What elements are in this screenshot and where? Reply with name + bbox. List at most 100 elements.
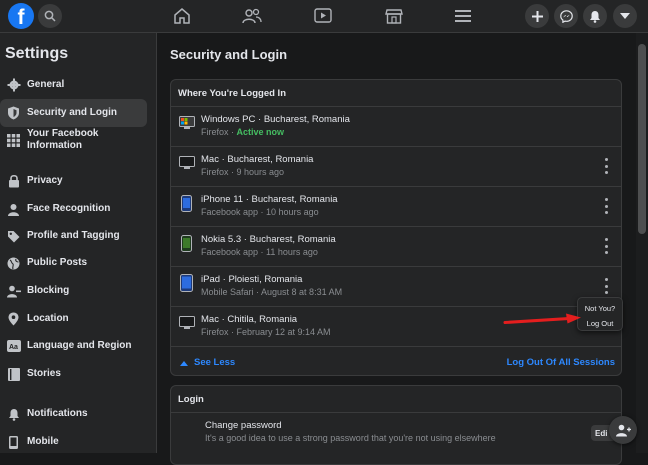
scroll-up-arrow-icon[interactable] (639, 36, 645, 49)
search-button[interactable] (38, 4, 62, 28)
sidebar-item-general[interactable]: General (0, 71, 147, 99)
sidebar-item-label: General (27, 79, 65, 90)
sidebar-item-label: Stories (27, 368, 61, 379)
desktop-icon (179, 316, 195, 335)
globe-icon (0, 257, 27, 270)
session-details: Firefox · Active now (201, 127, 285, 137)
book-icon (0, 367, 27, 381)
sidebar-item-label: Face Recognition (27, 203, 111, 214)
search-icon (44, 10, 56, 22)
change-password-row: Change password It's a good idea to use … (200, 420, 620, 456)
session-details: Firefox · 9 hours ago (201, 167, 285, 177)
gear-icon (0, 78, 27, 92)
sidebar-item-label: Security and Login (27, 107, 118, 118)
plus-icon (531, 10, 543, 22)
session-device: Nokia 5.3 · Bucharest, Romania (201, 234, 336, 245)
sidebar-title: Settings (5, 45, 69, 62)
where-logged-in-card: Where You're Logged In Windows PC · Buch… (170, 79, 622, 376)
login-card: Login Change password It's a good idea t… (170, 385, 622, 465)
marketplace-icon[interactable] (384, 6, 404, 26)
active-now-status: Active now (236, 127, 285, 137)
account-button[interactable] (613, 4, 637, 28)
sidebar-item-label: Privacy (27, 175, 63, 186)
card-title: Login (171, 386, 621, 413)
sidebar-item-privacy[interactable]: Privacy (0, 167, 147, 195)
sidebar-item-face-recognition[interactable]: Face Recognition (0, 195, 147, 223)
not-you-option[interactable]: Not You? (578, 304, 622, 313)
desktop-icon (179, 156, 195, 175)
main-content: Security and Login Where You're Logged I… (158, 33, 636, 465)
card-title: Where You're Logged In (171, 80, 621, 107)
sidebar-item-blocking[interactable]: Blocking (0, 277, 147, 305)
session-device: Mac · Chitila, Romania (201, 314, 298, 325)
change-password-title: Change password (205, 420, 282, 431)
change-password-description: It's a good idea to use a strong passwor… (205, 433, 496, 443)
language-icon: Aa (0, 340, 27, 352)
grid-icon (0, 133, 27, 147)
sidebar-item-language-and-region[interactable]: Aa Language and Region (0, 332, 147, 360)
session-row: iPad · Ploiesti, Romania Mobile Safari ·… (171, 267, 621, 307)
sidebar-item-label: Profile and Tagging (27, 230, 120, 241)
see-less-label: See Less (194, 357, 236, 368)
mobile-icon (181, 235, 192, 257)
scrollbar-thumb[interactable] (638, 44, 646, 234)
sidebar-item-your-facebook-information[interactable]: Your Facebook Information (0, 126, 147, 154)
session-details: Facebook app · 10 hours ago (201, 207, 319, 217)
settings-sidebar: Settings General Security and Login Your… (0, 33, 157, 453)
sessions-footer: See Less Log Out Of All Sessions (171, 349, 621, 375)
new-message-button[interactable] (609, 416, 637, 444)
mobile-icon (181, 195, 192, 217)
messenger-button[interactable] (554, 4, 578, 28)
notifications-button[interactable] (583, 4, 607, 28)
sidebar-item-security-and-login[interactable]: Security and Login (0, 99, 147, 127)
sidebar-item-label: Your Facebook Information (27, 128, 99, 151)
sidebar-item-label: Notifications (27, 408, 88, 419)
more-options-icon[interactable] (603, 238, 609, 254)
session-device: iPad · Ploiesti, Romania (201, 274, 303, 285)
block-user-icon (0, 285, 27, 298)
face-icon (0, 203, 27, 216)
see-less-link[interactable]: See Less (180, 357, 235, 368)
session-options-menu: Not You? Log Out (577, 297, 623, 331)
tablet-icon (180, 274, 193, 297)
session-device: iPhone 11 · Bucharest, Romania (201, 194, 338, 205)
annotation-arrow-icon (503, 313, 581, 324)
log-out-option[interactable]: Log Out (578, 319, 622, 328)
session-details: Mobile Safari · August 8 at 8:31 AM (201, 287, 343, 297)
session-row: Nokia 5.3 · Bucharest, Romania Facebook … (171, 227, 621, 267)
svg-text:Aa: Aa (9, 344, 18, 351)
more-options-icon[interactable] (603, 198, 609, 214)
lock-icon (0, 174, 27, 188)
top-navigation-bar: f (0, 0, 648, 33)
facebook-logo[interactable]: f (8, 3, 34, 29)
sidebar-item-profile-and-tagging[interactable]: Profile and Tagging (0, 222, 147, 250)
bell-icon (590, 10, 600, 23)
more-options-icon[interactable] (603, 278, 609, 294)
more-options-icon[interactable] (603, 158, 609, 174)
sidebar-item-label: Location (27, 313, 69, 324)
menu-icon[interactable] (453, 6, 473, 26)
create-button[interactable] (525, 4, 549, 28)
sidebar-item-mobile[interactable]: Mobile (0, 428, 147, 456)
session-device: Mac · Bucharest, Romania (201, 154, 314, 165)
caret-down-icon (620, 12, 630, 19)
watch-icon[interactable] (313, 6, 333, 26)
sidebar-item-label: Public Posts (27, 257, 88, 268)
messenger-icon (559, 9, 573, 23)
session-details: Firefox · February 12 at 9:14 AM (201, 327, 331, 337)
session-device: Windows PC · Bucharest, Romania (201, 114, 350, 125)
sidebar-item-public-posts[interactable]: Public Posts (0, 249, 147, 277)
session-details: Facebook app · 11 hours ago (201, 247, 318, 257)
home-icon[interactable] (172, 6, 192, 26)
log-out-all-sessions-link[interactable]: Log Out Of All Sessions (507, 357, 615, 368)
sidebar-item-label: Blocking (27, 285, 70, 296)
pin-icon (0, 312, 27, 326)
sidebar-item-notifications[interactable]: Notifications (0, 400, 147, 428)
sidebar-item-location[interactable]: Location (0, 305, 147, 333)
sidebar-item-label: Mobile (27, 436, 59, 447)
tag-icon (0, 230, 27, 243)
session-row: Mac · Bucharest, Romania Firefox · 9 hou… (171, 147, 621, 187)
bell-icon (0, 408, 27, 421)
friends-icon[interactable] (242, 6, 262, 26)
sidebar-item-stories[interactable]: Stories (0, 360, 147, 388)
